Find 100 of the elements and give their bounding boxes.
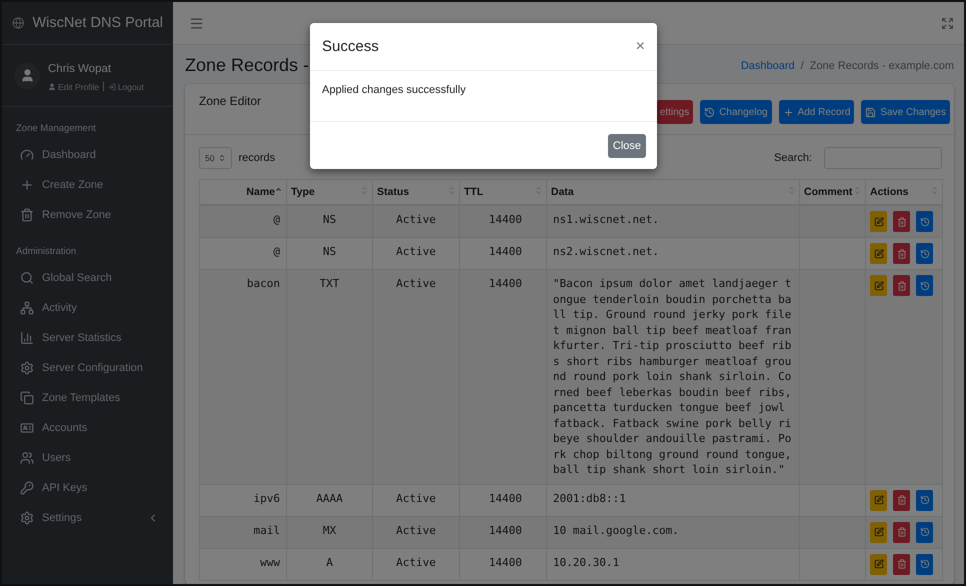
history-button[interactable] xyxy=(916,211,933,232)
search-label: Search: xyxy=(774,152,812,164)
history-icon xyxy=(920,495,930,505)
sidebar-item[interactable]: Activity xyxy=(2,293,173,323)
history-icon xyxy=(920,248,930,258)
table-cell: bacon xyxy=(200,270,286,484)
trash-icon xyxy=(896,559,906,569)
edit-button[interactable] xyxy=(870,275,887,296)
plus-icon xyxy=(782,106,794,118)
history-button[interactable] xyxy=(916,522,933,542)
table-cell: 10 mail.google.com. xyxy=(546,516,800,548)
delete-button[interactable] xyxy=(893,490,910,510)
delete-button[interactable] xyxy=(893,243,910,264)
brand-title[interactable]: WiscNet DNS Portal xyxy=(32,15,163,31)
edit-button[interactable] xyxy=(870,490,887,510)
sidebar-item[interactable]: Accounts xyxy=(2,413,173,443)
table-cell: Active xyxy=(372,270,460,484)
sidebar-item[interactable]: Create Zone xyxy=(2,170,173,200)
trash-icon xyxy=(896,280,906,290)
history-button[interactable] xyxy=(916,554,933,574)
toolbar-button[interactable]: Add Record xyxy=(778,100,854,124)
history-button[interactable] xyxy=(916,243,933,264)
sidebar-heading: Zone Management xyxy=(15,122,97,136)
delete-button[interactable] xyxy=(893,211,910,232)
table-cell: 14400 xyxy=(460,484,546,516)
table-cell: A xyxy=(286,548,372,580)
sidebar-item[interactable]: Global Search xyxy=(2,263,173,293)
table-cell: AAAA xyxy=(286,484,372,516)
menu-icon[interactable] xyxy=(189,16,204,30)
toolbar-button[interactable]: ettings xyxy=(656,100,694,124)
close-button[interactable]: Close xyxy=(608,134,646,158)
history-icon xyxy=(920,216,930,226)
toolbar-button[interactable]: Save Changes xyxy=(861,100,950,124)
table-cell: 2001:db8::1 xyxy=(546,484,800,516)
history-button[interactable] xyxy=(916,490,933,510)
table-cell: 14400 xyxy=(460,270,546,484)
link-separator: | xyxy=(102,81,105,92)
breadcrumb-link[interactable]: Dashboard xyxy=(740,60,795,72)
trash-icon xyxy=(896,216,906,226)
table-cell: "Bacon ipsum dolor amet landjaeger tongue tenderloin boudin porchetta ball tip. Ground round jerky pork filet mignon ball tip beef meatloaf frankfurter. Tri-tip prosciutto beef ribs short ribs hamburger meatloaf ground round pork loin shank sirloin. Corned beef leberkas boudin beef ribs, pancetta turducken tongue beef jowl fatback. Fatback swine pork belly ribeye shoulder andouille pastrami. Pork chop biltong ground round tongue, ball tip shank short loin sirloin." xyxy=(546,270,800,484)
page-size-label: records xyxy=(238,152,276,164)
sidebar-item[interactable]: Server Statistics xyxy=(2,323,173,353)
edit-icon xyxy=(874,248,884,258)
page-title: Zone Records - xyxy=(185,55,310,76)
toolbar-button[interactable]: Changelog xyxy=(700,100,772,124)
table-cell: ipv6 xyxy=(200,484,286,516)
history-icon xyxy=(920,559,930,569)
sidebar-item[interactable]: Zone Templates xyxy=(2,383,173,413)
user-icon xyxy=(48,82,56,90)
page-size-select[interactable]: 50 xyxy=(199,147,232,169)
table-cell: www xyxy=(200,548,286,580)
logout-icon xyxy=(108,82,116,90)
edit-icon xyxy=(874,527,884,537)
logout-link[interactable]: Logout xyxy=(108,82,144,92)
caret-icon xyxy=(218,154,226,162)
table-cell: Active xyxy=(372,516,460,548)
card-title: Zone Editor xyxy=(199,94,262,108)
dialog-title: Success xyxy=(322,38,379,55)
sidebar-heading: Administration xyxy=(15,245,78,259)
trash-icon xyxy=(896,248,906,258)
edit-icon xyxy=(874,559,884,569)
edit-button[interactable] xyxy=(870,554,887,574)
delete-button[interactable] xyxy=(893,275,910,296)
sidebar-item[interactable]: Remove Zone xyxy=(2,200,173,230)
history-icon xyxy=(920,280,930,290)
sidebar-item[interactable]: Users xyxy=(2,443,173,473)
delete-button[interactable] xyxy=(893,554,910,574)
edit-button[interactable] xyxy=(870,211,887,232)
sidebar-item[interactable]: Server Configuration xyxy=(2,353,173,383)
table-cell: mail xyxy=(200,516,286,548)
table-cell: Active xyxy=(372,484,460,516)
breadcrumb-separator: / xyxy=(800,60,804,72)
table-cell: Active xyxy=(372,548,460,580)
edit-icon xyxy=(874,495,884,505)
history-icon xyxy=(920,527,930,537)
sidebar-item[interactable]: API Keys xyxy=(2,473,173,503)
table-cell: MX xyxy=(286,516,372,548)
close-button[interactable]: × xyxy=(636,38,645,56)
history-icon xyxy=(704,106,716,118)
search-field[interactable] xyxy=(824,147,942,169)
sidebar-item[interactable]: Settings xyxy=(2,503,173,533)
edit-button[interactable] xyxy=(870,243,887,264)
table-cell: 14400 xyxy=(460,516,546,548)
edit-icon xyxy=(874,280,884,290)
table-cell: TXT xyxy=(286,270,372,484)
fullscreen-icon[interactable] xyxy=(941,16,954,30)
history-button[interactable] xyxy=(916,275,933,296)
sidebar-item[interactable]: Dashboard xyxy=(2,140,173,170)
trash-icon xyxy=(896,527,906,537)
edit-button[interactable] xyxy=(870,522,887,542)
person-icon xyxy=(20,68,34,83)
delete-button[interactable] xyxy=(893,522,910,542)
breadcrumb-current: Zone Records - example.com xyxy=(810,60,954,72)
edit-icon xyxy=(874,216,884,226)
table-cell: 14400 xyxy=(460,548,546,580)
user-name[interactable]: Chris Wopat xyxy=(48,63,112,75)
dialog-message: Applied changes successfully xyxy=(322,84,466,96)
table-cell: 10.20.30.1 xyxy=(546,548,800,580)
edit-profile-link[interactable]: Edit Profile xyxy=(48,82,100,92)
trash-icon xyxy=(896,495,906,505)
